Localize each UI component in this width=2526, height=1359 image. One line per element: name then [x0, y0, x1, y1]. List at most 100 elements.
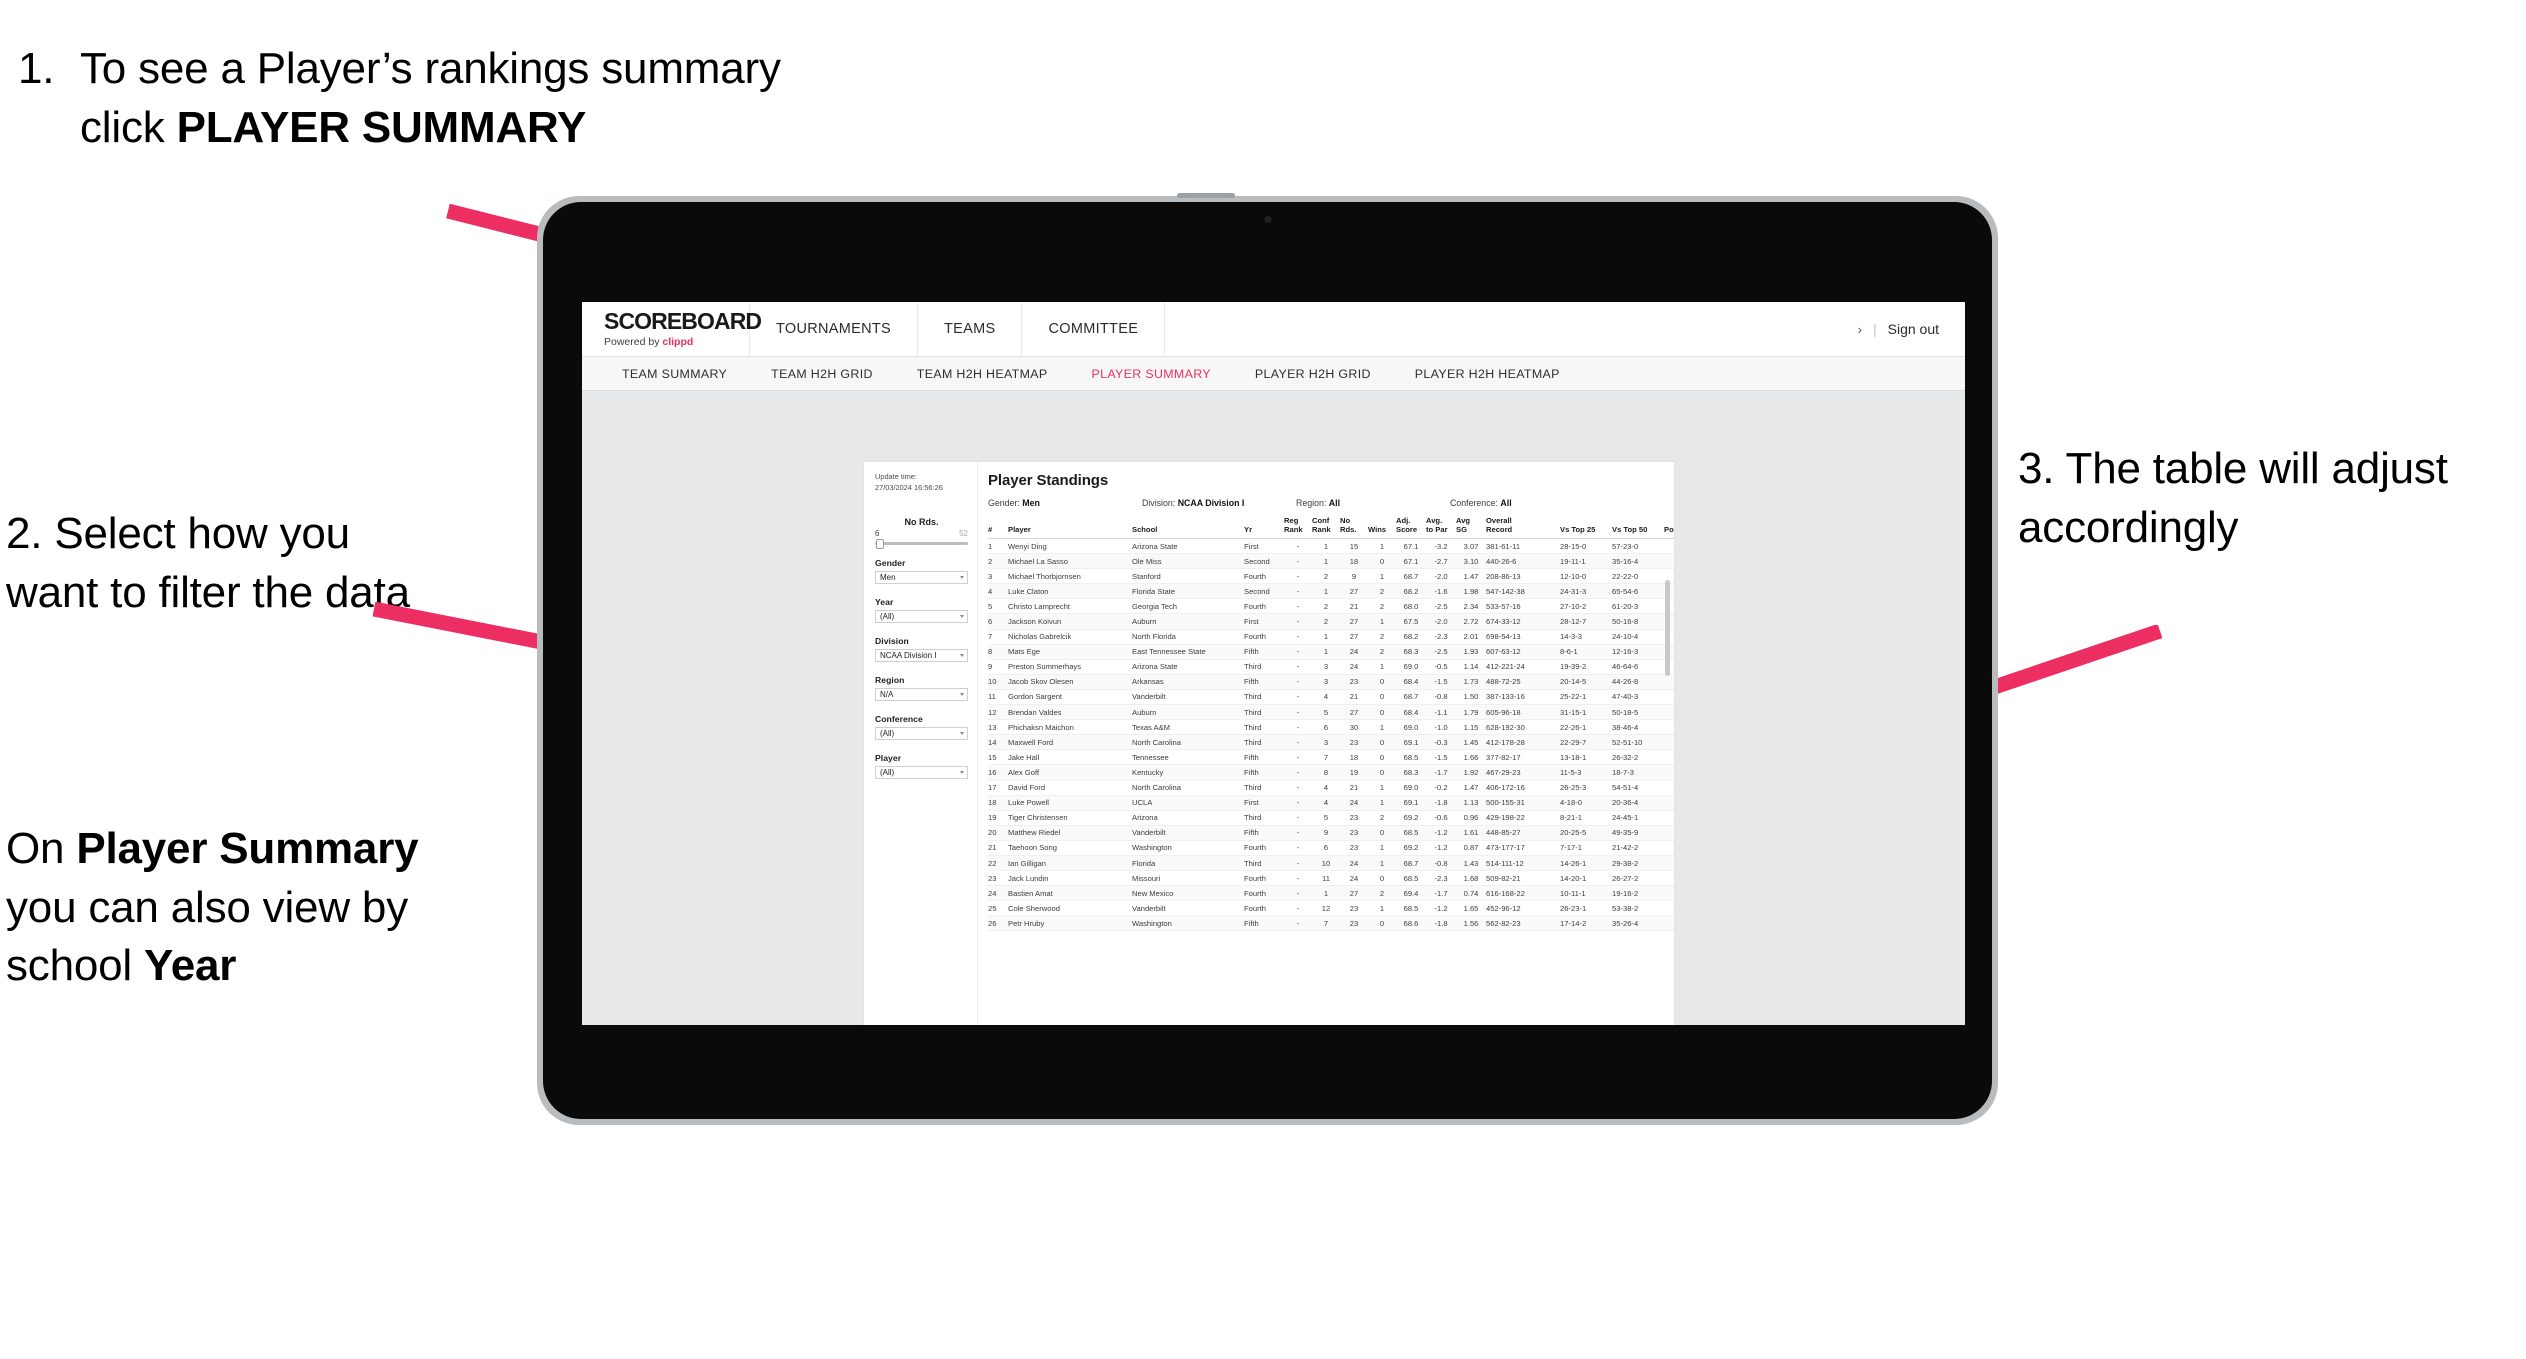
table-row[interactable]: 14 Maxwell Ford North Carolina Third -3 23 0 69… [988, 734, 1674, 751]
col-header-adj_score[interactable]: Adj. Score [1396, 516, 1426, 539]
col-header-avg_sg[interactable]: Avg SG [1456, 516, 1486, 539]
cell-overall_record: 488-72-25 [1486, 674, 1560, 690]
table-row[interactable]: 12 Brendan Valdes Auburn Third -5 27 0 68.4 -1.1… [988, 704, 1674, 721]
col-header-vs_top50[interactable]: Vs Top 50 [1612, 517, 1664, 539]
table-row[interactable]: 23 Jack Lundin Missouri Fourth -11 24 0 68.5 -2.… [988, 870, 1674, 887]
col-header-yr[interactable]: Yr [1244, 517, 1284, 539]
table-row[interactable]: 16 Alex Goff Kentucky Fifth -8 19 0 68.3 -1.7 1.9… [988, 764, 1674, 781]
callout-note: On Player Summary you can also view by s… [6, 820, 426, 996]
col-header-rank[interactable]: # [988, 517, 1008, 539]
cell-reg_rank: - [1284, 885, 1312, 902]
col-header-points[interactable]: Points [1664, 517, 1674, 539]
table-row[interactable]: 1 Wenyi Ding Arizona State First -1 15 1 67.1 -3… [988, 538, 1674, 555]
col-header-school[interactable]: School [1132, 517, 1244, 539]
col-header-overall_record[interactable]: Overall Record [1486, 516, 1560, 539]
scrollbar-thumb[interactable] [1665, 580, 1670, 676]
cell-wins: 1 [1368, 613, 1396, 630]
table-row[interactable]: 11 Gordon Sargent Vanderbilt Third -4 21 0 68.7… [988, 689, 1674, 706]
cell-vs_top50: 26-27-2 [1612, 870, 1664, 887]
filter-year-select[interactable]: (All) [875, 610, 968, 624]
table-row[interactable]: 9 Preston Summerhays Arizona State Third -3 2… [988, 659, 1674, 675]
cell-wins: 1 [1368, 568, 1396, 585]
cell-yr: Fourth [1244, 870, 1284, 887]
cell-vs_top25: 22-29-7 [1560, 734, 1612, 751]
nav-teams[interactable]: TEAMS [918, 302, 1023, 356]
no-rds-slider[interactable] [875, 538, 968, 549]
cell-yr: Fifth [1244, 644, 1284, 660]
table-row[interactable]: 7 Nicholas Gabrelcik North Florida Fourth -1… [988, 629, 1674, 645]
col-header-vs_top25[interactable]: Vs Top 25 [1560, 517, 1612, 539]
cell-avg_to_par: -2.5 [1426, 644, 1456, 660]
filter-player-select[interactable]: (All) [875, 766, 968, 780]
table-row[interactable]: 5 Christo Lamprecht Georgia Tech Fourth -2 21… [988, 598, 1674, 615]
cell-yr: Third [1244, 689, 1284, 706]
table-row[interactable]: 26 Petr Hruby Washington Fifth -7 23 0 68.6 -1.8… [988, 915, 1674, 932]
callout-step-2: 2. Select how you want to filter the dat… [6, 509, 410, 617]
tab-player-h2h-grid[interactable]: PLAYER H2H GRID [1233, 367, 1393, 381]
col-header-no_rds[interactable]: No Rds. [1340, 516, 1368, 539]
col-header-avg_to_par[interactable]: Avg. to Par [1426, 516, 1456, 539]
cell-player: Luke Powell [1008, 795, 1132, 811]
brand-logo[interactable]: SCOREBOARD Powered by clippd [582, 302, 762, 356]
table-row[interactable]: 24 Bastien Amat New Mexico Fourth -1 27 2 69.4-… [988, 885, 1674, 902]
table-vertical-scrollbar[interactable] [1665, 580, 1670, 1025]
cell-yr: First [1244, 795, 1284, 811]
filter-region-select[interactable]: N/A [875, 688, 968, 702]
filter-conference-select[interactable]: (All) [875, 727, 968, 741]
cell-overall_record: 562-82-23 [1486, 915, 1560, 932]
table-row[interactable]: 17 David Ford North Carolina Third -4 21 1 69.0… [988, 780, 1674, 796]
tab-team-h2h-heatmap[interactable]: TEAM H2H HEATMAP [895, 367, 1070, 381]
cell-overall_record: 473-177-17 [1486, 840, 1560, 856]
table-row[interactable]: 2 Michael La Sasso Ole Miss Second -1 18 0 67.1… [988, 553, 1674, 570]
col-header-conf_rank[interactable]: Conf Rank [1312, 516, 1340, 539]
table-row[interactable]: 10 Jacob Skov Olesen Arkansas Fifth -3 23 0 68.… [988, 674, 1674, 690]
cell-reg_rank: - [1284, 780, 1312, 796]
cell-rank: 14 [988, 734, 1008, 751]
cell-yr: Fifth [1244, 764, 1284, 781]
nav-tournaments[interactable]: TOURNAMENTS [750, 302, 919, 356]
sign-out-link[interactable]: Sign out [1888, 321, 1939, 337]
no-rds-slider-thumb[interactable] [876, 538, 884, 549]
speaker-grille [1177, 193, 1235, 198]
cell-vs_top25: 13-18-1 [1560, 749, 1612, 766]
table-row[interactable]: 25 Cole Sherwood Vanderbilt Fourth -12 23 1 68.… [988, 900, 1674, 917]
tab-player-summary[interactable]: PLAYER SUMMARY [1069, 367, 1232, 381]
table-row[interactable]: 20 Matthew Riedel Vanderbilt Fifth -9 23 0 68.5… [988, 825, 1674, 841]
table-row[interactable]: 4 Luke Claton Florida State Second -1 27 2 68.2… [988, 583, 1674, 600]
table-row[interactable]: 13 Phichaksn Maichon Texas A&M Third -6 30 1 69… [988, 719, 1674, 736]
cell-vs_top25: 19-39-2 [1560, 659, 1612, 675]
table-row[interactable]: 15 Jake Hall Tennessee Fifth -7 18 0 68.5 -1.5 1.… [988, 749, 1674, 766]
table-row[interactable]: 19 Tiger Christensen Arizona Third -5 23 2 69.2… [988, 810, 1674, 826]
cell-rank: 3 [988, 568, 1008, 585]
cell-player: Matthew Riedel [1008, 825, 1132, 841]
cell-vs_top50: 35-16-4 [1612, 553, 1664, 570]
table-row[interactable]: 18 Luke Powell UCLA First -4 24 1 69.1 -1.8 1.13 5… [988, 795, 1674, 811]
cell-school: Ole Miss [1132, 553, 1244, 570]
filter-year: Year (All) [875, 597, 968, 624]
tab-team-h2h-grid[interactable]: TEAM H2H GRID [749, 367, 895, 381]
table-row[interactable]: 6 Jackson Koivun Auburn First -2 27 1 67.5 -2.0 2… [988, 613, 1674, 630]
cell-overall_record: 674-33-12 [1486, 613, 1560, 630]
filter-division-select[interactable]: NCAA Division I [875, 649, 968, 663]
col-header-reg_rank[interactable]: Reg Rank [1284, 516, 1312, 539]
table-row[interactable]: 8 Mats Ege East Tennessee State Fifth -1 24 2 6… [988, 644, 1674, 660]
nav-committee[interactable]: COMMITTEE [1022, 302, 1166, 356]
tab-team-summary[interactable]: TEAM SUMMARY [600, 367, 749, 381]
tab-player-h2h-heatmap[interactable]: PLAYER H2H HEATMAP [1393, 367, 1582, 381]
cell-school: Vanderbilt [1132, 689, 1244, 706]
filter-gender-select[interactable]: Men [875, 571, 968, 585]
table-row[interactable]: 21 Taehoon Song Washington Fourth -6 23 1 69.2-… [988, 840, 1674, 856]
cell-adj_score: 68.7 [1396, 568, 1426, 585]
filter-no-rds: No Rds. 6 52 [875, 517, 968, 549]
meta-division: Division: NCAA Division I [1142, 498, 1296, 508]
cell-player: Jack Lundin [1008, 870, 1132, 887]
cell-vs_top50: 47-40-3 [1612, 689, 1664, 706]
cell-wins: 0 [1368, 704, 1396, 721]
table-row[interactable]: 3 Michael Thorbjornsen Stanford Fourth -2 9 1 6… [988, 568, 1674, 585]
col-header-player[interactable]: Player [1008, 517, 1132, 539]
cell-wins: 2 [1368, 644, 1396, 660]
chevron-right-icon[interactable]: › [1858, 322, 1862, 337]
table-row[interactable]: 22 Ian Gilligan Florida Third -10 24 1 68.7 -0.8… [988, 855, 1674, 872]
cell-wins: 0 [1368, 674, 1396, 690]
col-header-wins[interactable]: Wins [1368, 517, 1396, 539]
